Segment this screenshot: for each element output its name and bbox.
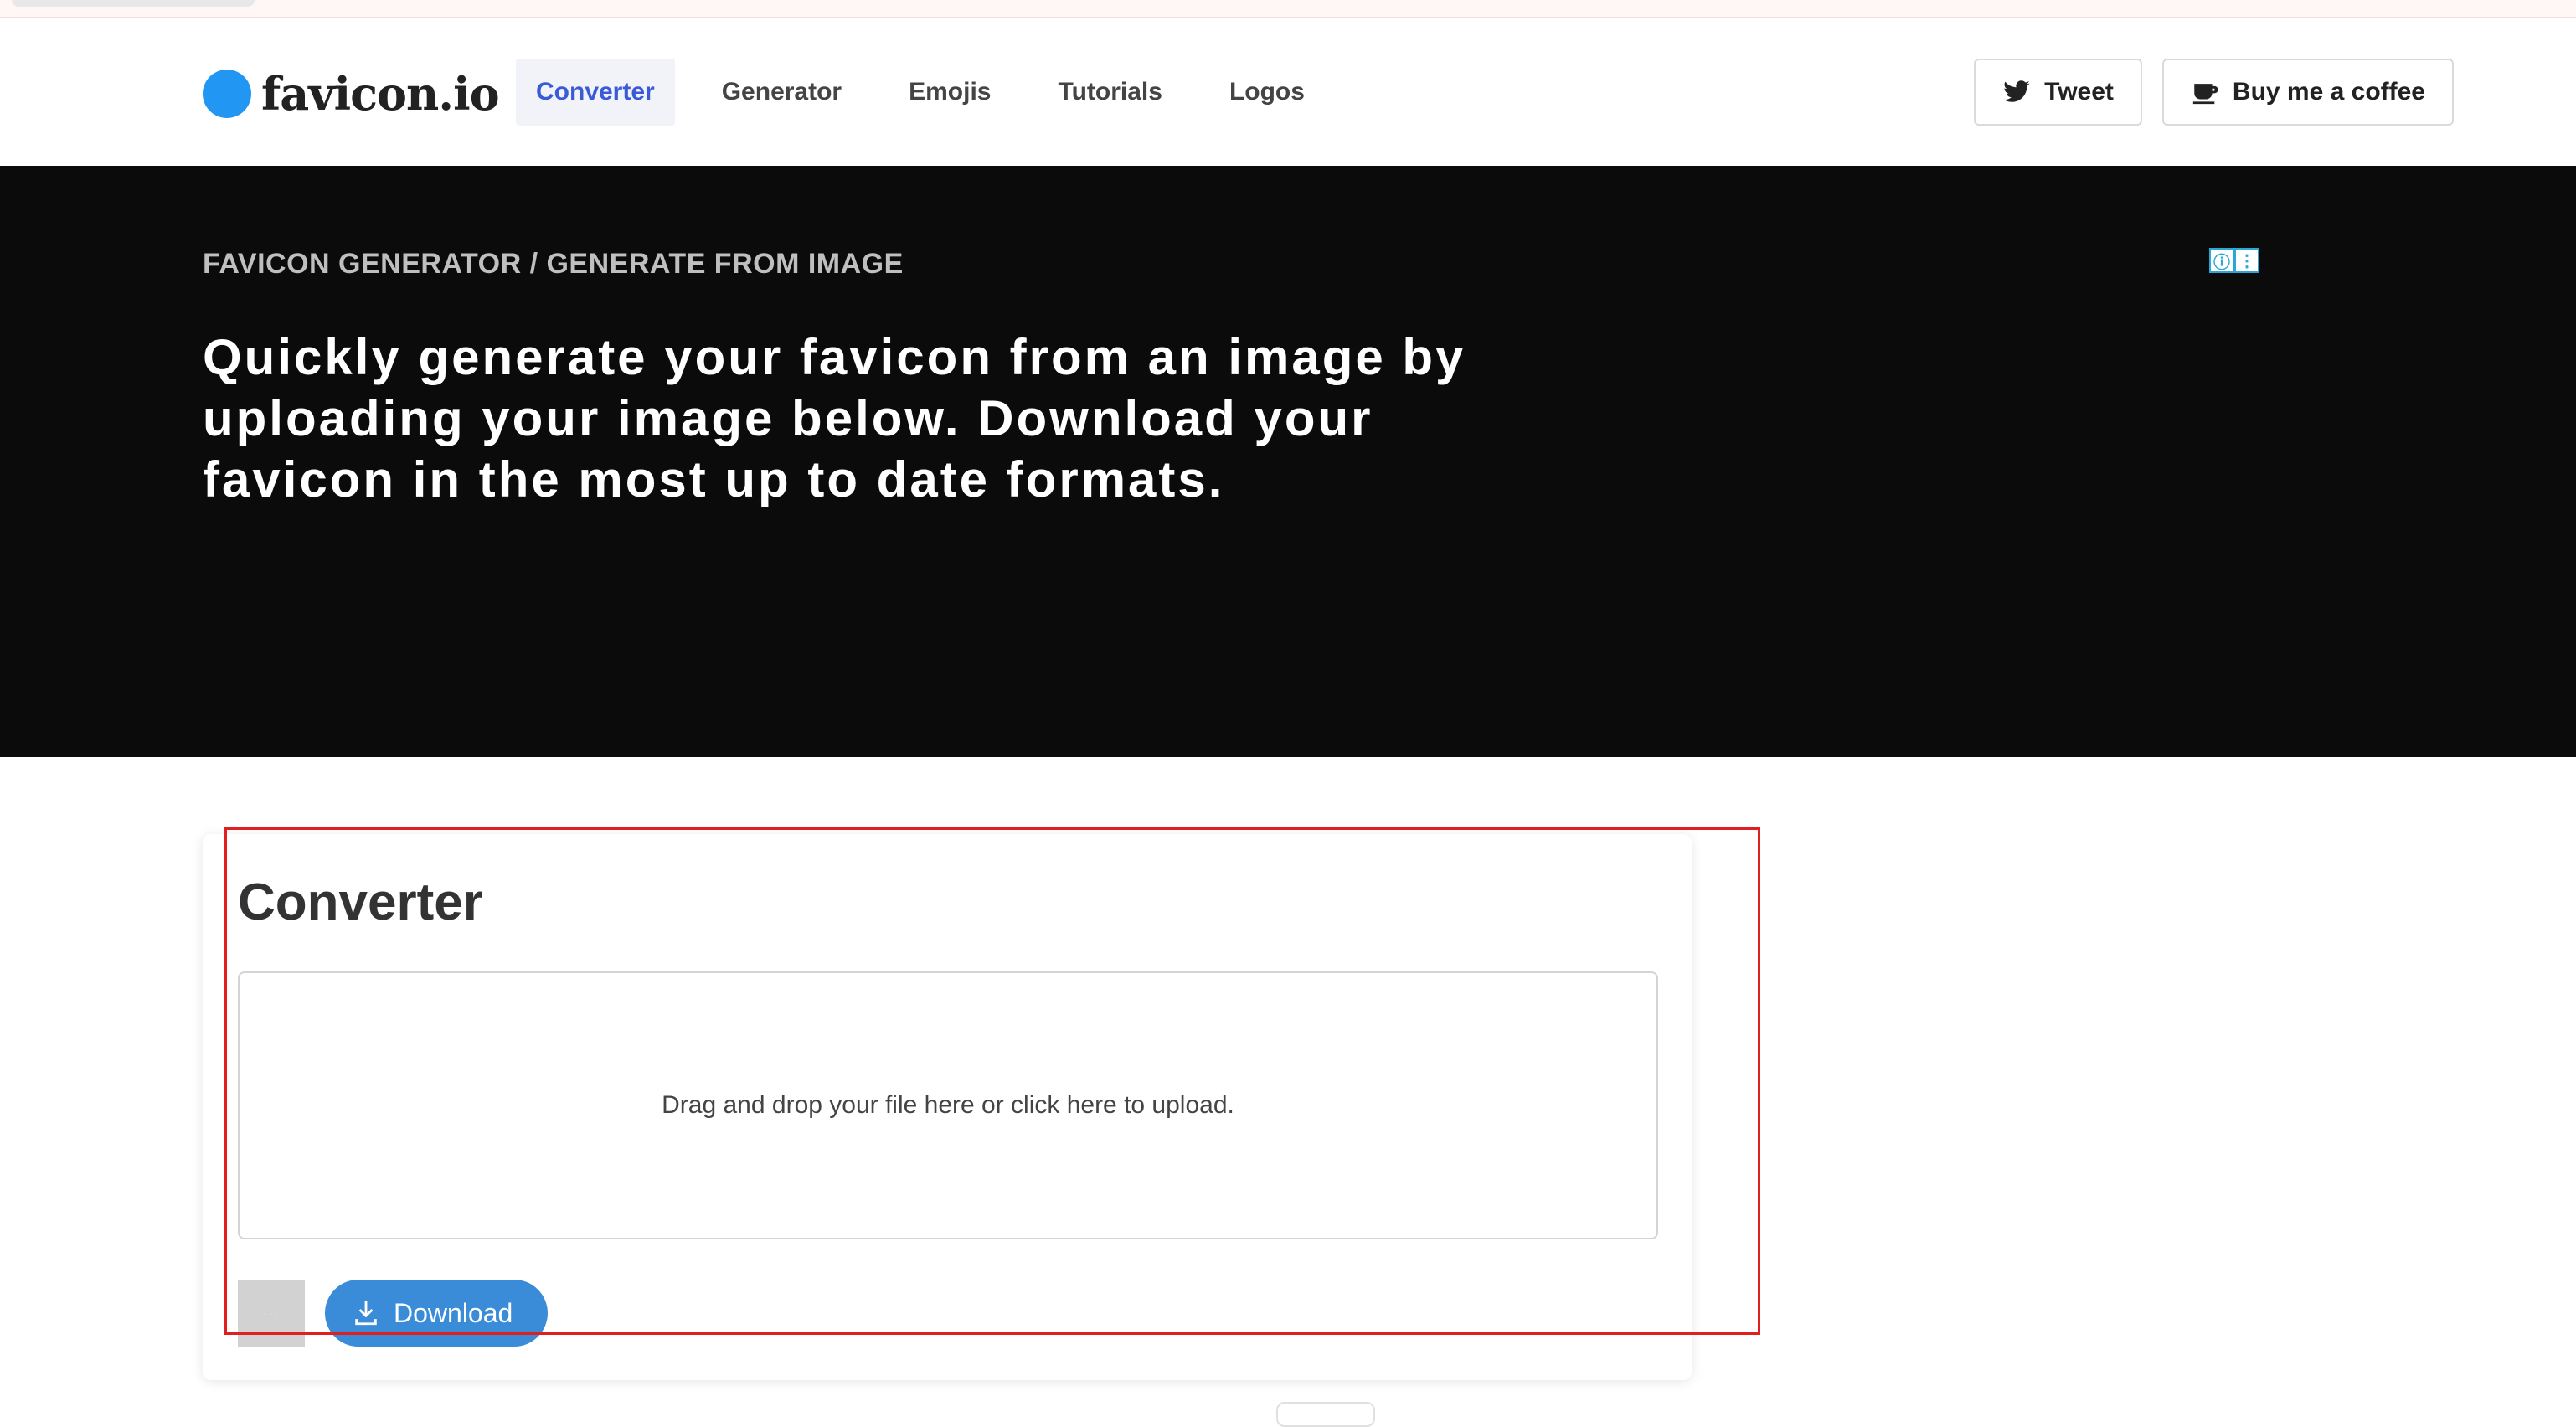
nav-emojis[interactable]: Emojis (889, 59, 1011, 126)
brand-logo[interactable]: favicon.io (203, 67, 500, 121)
preview-thumbnail: ··· (238, 1280, 305, 1347)
hero-headline: Quickly generate your favicon from an im… (203, 327, 1509, 510)
brand-name: favicon.io (261, 67, 500, 121)
download-button[interactable]: Download (325, 1280, 549, 1347)
nav-logos[interactable]: Logos (1209, 59, 1325, 126)
nav-converter[interactable]: Converter (516, 59, 675, 126)
browser-top-strip (0, 0, 2576, 18)
coffee-label: Buy me a coffee (2232, 78, 2425, 106)
file-dropzone[interactable]: Drag and drop your file here or click he… (238, 971, 1658, 1239)
converter-card: Converter Drag and drop your file here o… (203, 834, 1692, 1380)
buy-coffee-button[interactable]: Buy me a coffee (2161, 59, 2454, 126)
ad-choices-badge[interactable]: ⓘ ⋮ (2209, 248, 2259, 273)
download-icon (355, 1301, 377, 1326)
dropzone-text: Drag and drop your file here or click he… (662, 1091, 1234, 1119)
hero-headline-line-1: Quickly generate your favicon from an im… (203, 329, 1466, 385)
breadcrumb: FAVICON GENERATOR / GENERATE FROM IMAGE (203, 248, 904, 280)
hero-headline-line-3: favicon in the most up to date formats. (203, 451, 1225, 507)
header-actions: Tweet Buy me a coffee (1954, 59, 2454, 126)
site-header: favicon.io Converter Generator Emojis Tu… (0, 18, 2576, 166)
bottom-partial-element (1276, 1402, 1375, 1427)
twitter-icon (2003, 80, 2030, 102)
tweet-label: Tweet (2044, 78, 2114, 106)
ad-menu-icon[interactable]: ⋮ (2234, 248, 2259, 273)
coffee-cup-icon (2192, 84, 2218, 105)
hero-banner: FAVICON GENERATOR / GENERATE FROM IMAGE … (0, 166, 2576, 757)
converter-title: Converter (238, 873, 483, 931)
hero-headline-line-2: uploading your image below. Download you… (203, 390, 1373, 446)
nav-tutorials[interactable]: Tutorials (1038, 59, 1182, 126)
nav-generator[interactable]: Generator (702, 59, 862, 126)
download-label: Download (394, 1297, 513, 1328)
tweet-button[interactable]: Tweet (1974, 59, 2142, 126)
ad-info-icon[interactable]: ⓘ (2209, 248, 2234, 273)
top-tab-pill (12, 0, 255, 7)
main-nav: Converter Generator Emojis Tutorials Log… (516, 59, 1352, 126)
brand-dot-icon (203, 70, 251, 118)
